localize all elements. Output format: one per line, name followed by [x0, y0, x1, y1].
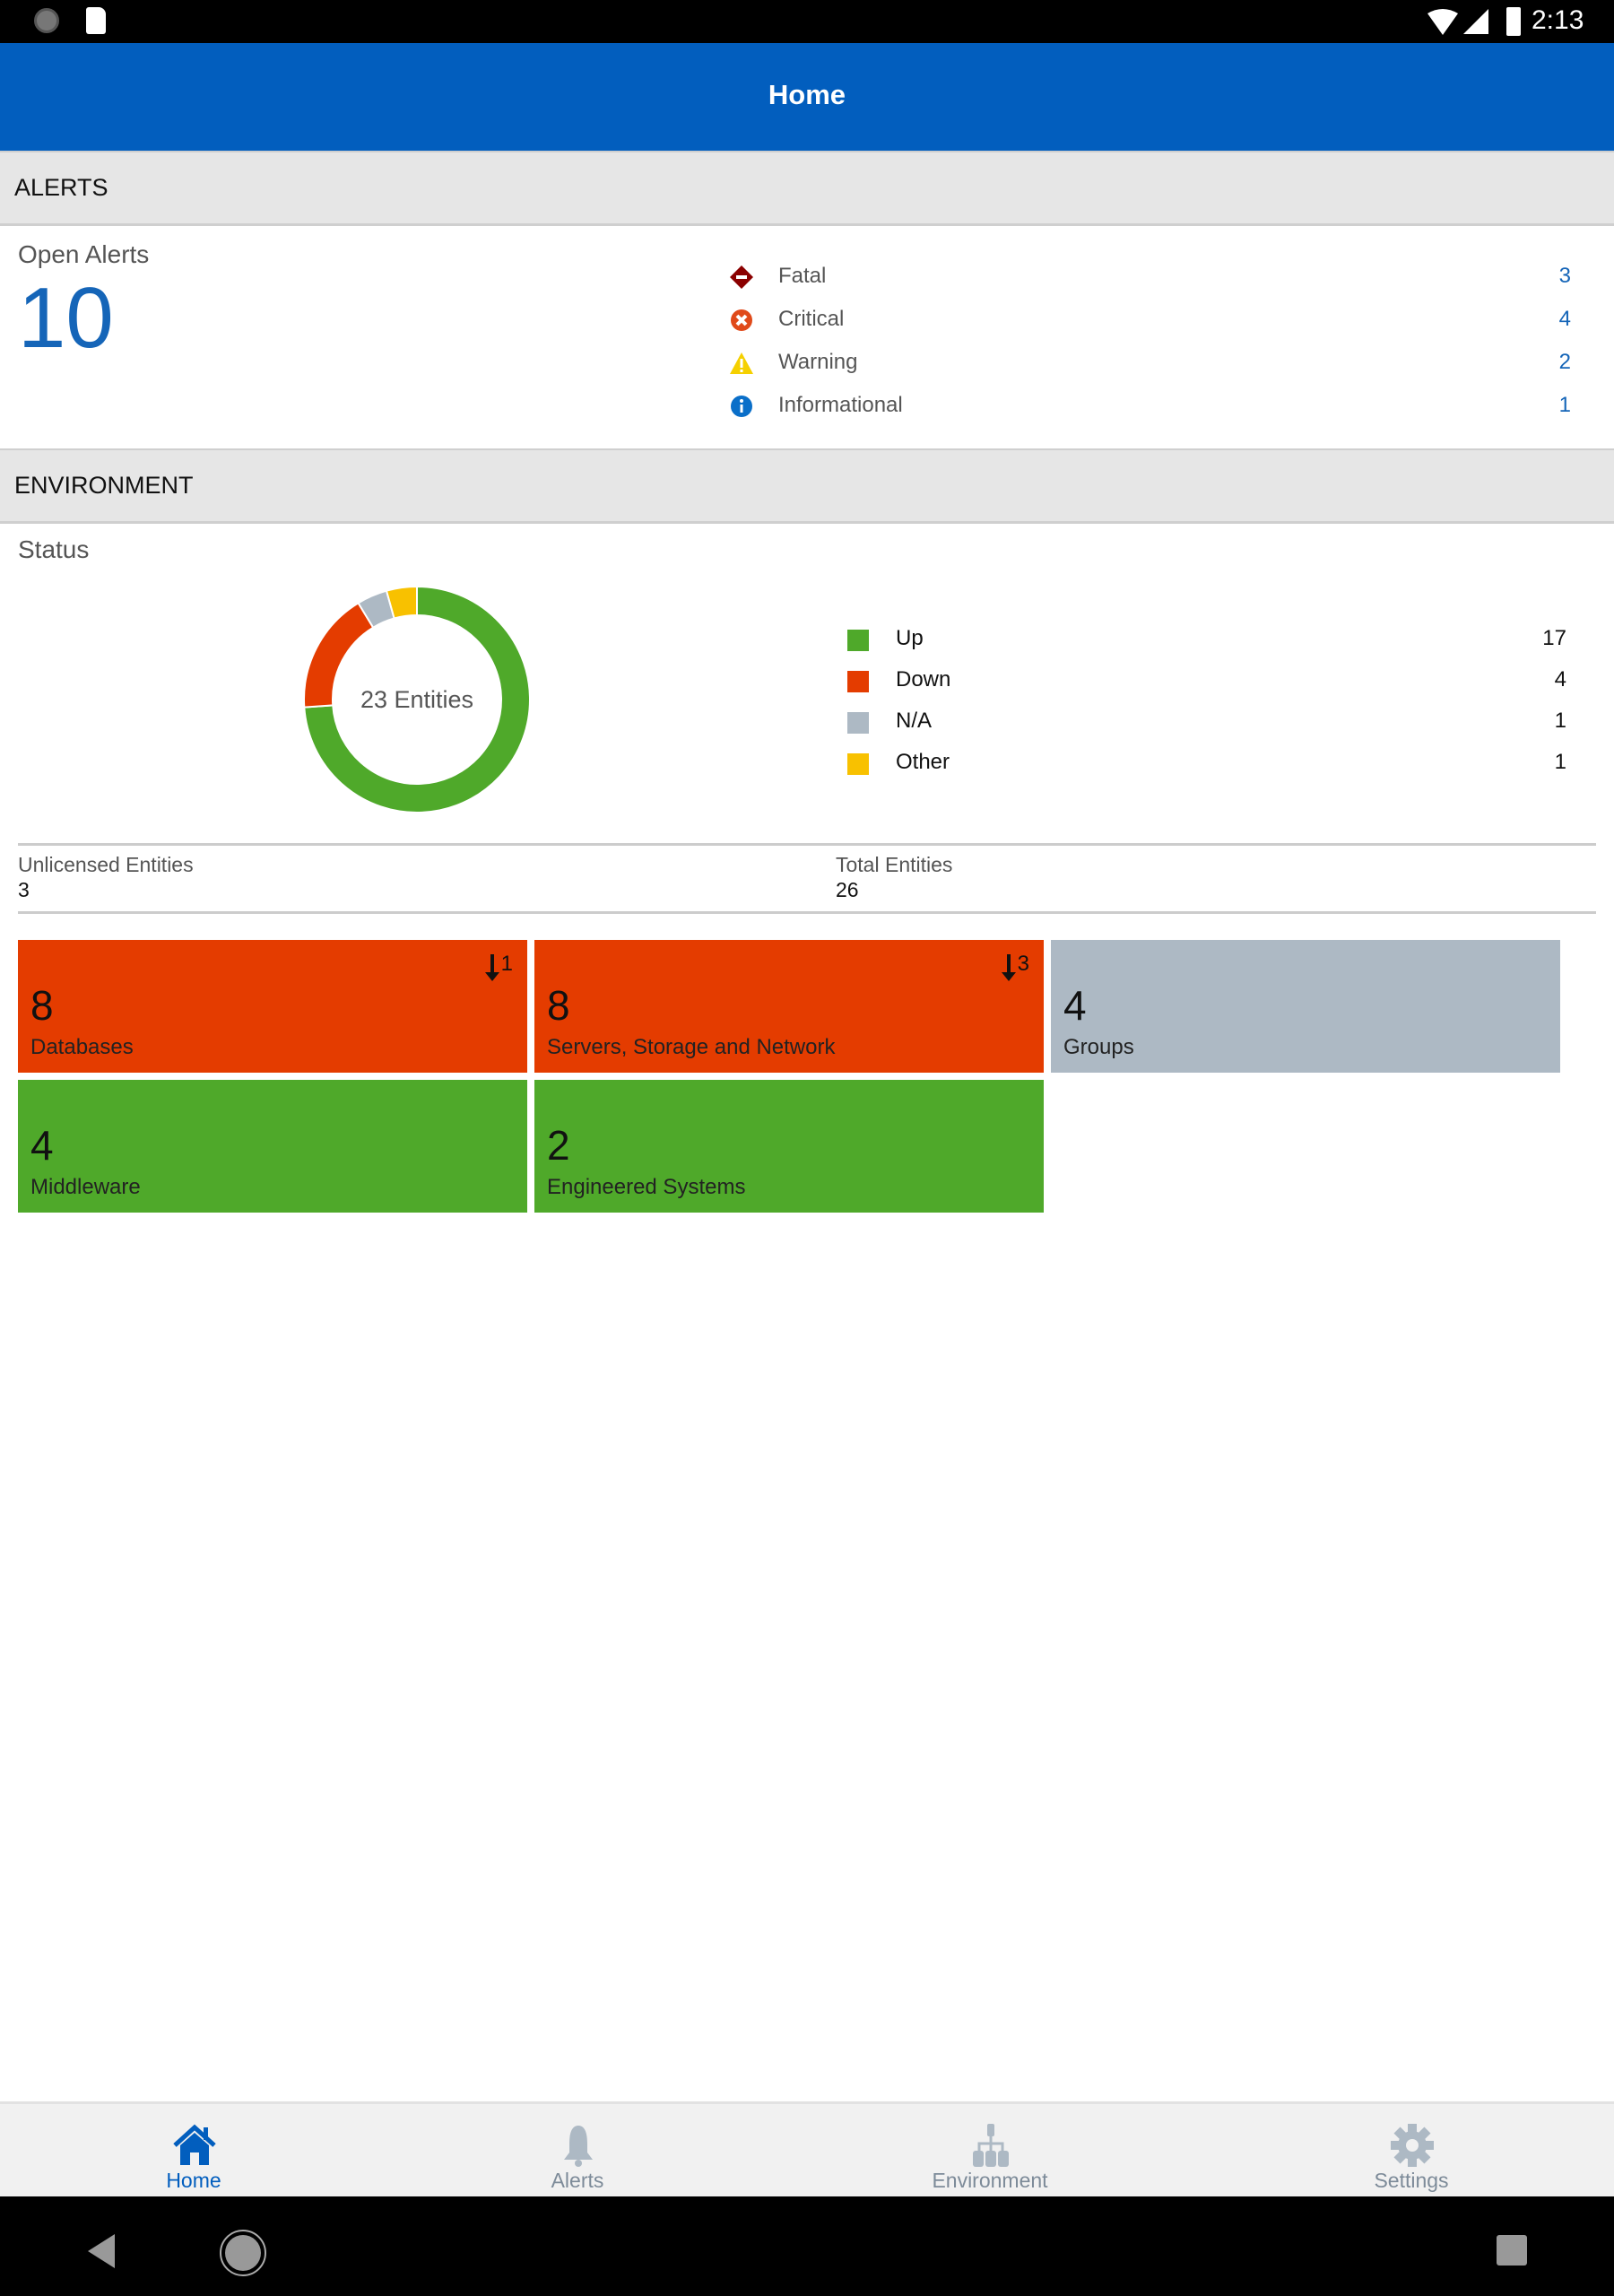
down-count: 3 [1017, 952, 1029, 976]
tile-name: Databases [30, 1035, 134, 1059]
alert-row-warning[interactable]: Warning 2 [728, 346, 1571, 382]
tile-count: 8 [547, 982, 570, 1029]
info-icon [731, 396, 752, 417]
down-count: 1 [500, 952, 513, 976]
fatal-icon [730, 265, 753, 289]
legend-label: Down [896, 667, 951, 691]
tile-name: Servers, Storage and Network [547, 1035, 836, 1059]
alert-row-fatal[interactable]: Fatal 3 [728, 260, 1571, 296]
open-alerts-label: Open Alerts [18, 240, 150, 268]
total-entities-value: 26 [836, 878, 859, 901]
open-alerts-count[interactable]: 10 [18, 269, 114, 368]
nav-tab-alerts[interactable]: Alerts [443, 2104, 712, 2199]
nav-label: Settings [1374, 2169, 1449, 2192]
tile-name: Middleware [30, 1175, 141, 1199]
nav-tab-settings[interactable]: Settings [1277, 2104, 1546, 2199]
down-badge: 1 [484, 949, 513, 981]
alert-count[interactable]: 3 [1559, 264, 1571, 289]
home-icon [173, 2124, 216, 2165]
tile-count: 4 [1063, 982, 1087, 1029]
alert-label: Critical [778, 307, 845, 331]
divider [18, 911, 1596, 914]
nav-tab-environment[interactable]: Environment [855, 2104, 1124, 2199]
back-icon[interactable] [84, 2232, 117, 2270]
legend-swatch [847, 630, 869, 651]
status-donut-chart[interactable]: 23 Entities [296, 578, 538, 821]
environment-section-header: ENVIRONMENT [0, 448, 1614, 524]
status-bar: 2:13 [0, 0, 1614, 43]
tile-middleware[interactable]: 4 Middleware [18, 1080, 527, 1213]
tile-name: Engineered Systems [547, 1175, 746, 1199]
legend-value: 4 [1554, 667, 1566, 691]
alert-label: Informational [778, 393, 903, 417]
gear-icon [1391, 2124, 1434, 2167]
app-bar: Home [0, 43, 1614, 151]
nav-label: Home [166, 2169, 221, 2192]
alert-label: Warning [778, 350, 858, 374]
notification-icon [34, 8, 59, 33]
clock: 2:13 [1532, 5, 1584, 35]
legend-swatch [847, 671, 869, 692]
tile-count: 4 [30, 1122, 54, 1169]
legend-label: Other [896, 750, 950, 774]
home-circle-icon[interactable] [219, 2229, 267, 2277]
warning-icon [730, 352, 753, 374]
signal-icon [1463, 9, 1488, 34]
legend-value: 17 [1542, 626, 1566, 650]
system-navigation-bar [0, 2196, 1614, 2296]
unlicensed-entities-label: Unlicensed Entities [18, 853, 194, 876]
status-label: Status [18, 535, 90, 563]
legend-label: Up [896, 626, 924, 650]
legend-value: 1 [1554, 709, 1566, 733]
down-arrow-icon [1001, 954, 1016, 981]
alert-count[interactable]: 2 [1559, 350, 1571, 375]
tile-engineered-systems[interactable]: 2 Engineered Systems [534, 1080, 1044, 1213]
alert-row-critical[interactable]: Critical 4 [728, 303, 1571, 339]
tile-groups[interactable]: 4 Groups [1051, 940, 1560, 1073]
legend-swatch [847, 712, 869, 734]
legend-item-up[interactable]: Up 17 [847, 621, 1566, 657]
legend-item-na[interactable]: N/A 1 [847, 703, 1566, 739]
total-entities-label: Total Entities [836, 853, 953, 876]
critical-icon [731, 309, 752, 331]
tile-count: 8 [30, 982, 54, 1029]
alert-row-informational[interactable]: Informational 1 [728, 389, 1571, 425]
bell-icon [564, 2126, 593, 2167]
tile-count: 2 [547, 1122, 570, 1169]
wifi-icon [1427, 9, 1458, 35]
divider [18, 843, 1596, 846]
recents-icon[interactable] [1496, 2234, 1528, 2266]
donut-center-label: 23 Entities [360, 686, 473, 713]
alerts-section-header: ALERTS [0, 151, 1614, 226]
alert-count[interactable]: 1 [1559, 393, 1571, 418]
tile-databases[interactable]: 1 8 Databases [18, 940, 527, 1073]
alerts-section-title: ALERTS [14, 174, 108, 201]
legend-item-down[interactable]: Down 4 [847, 662, 1566, 698]
down-badge: 3 [1001, 949, 1029, 981]
alert-label: Fatal [778, 264, 827, 288]
legend-swatch [847, 753, 869, 775]
sd-card-icon [86, 7, 106, 34]
unlicensed-entities-value: 3 [18, 878, 30, 901]
page-title: Home [768, 79, 846, 110]
legend-value: 1 [1554, 750, 1566, 774]
environment-section-title: ENVIRONMENT [14, 472, 194, 499]
tile-servers-storage-network[interactable]: 3 8 Servers, Storage and Network [534, 940, 1044, 1073]
nav-label: Alerts [551, 2169, 604, 2192]
nav-label: Environment [932, 2169, 1048, 2192]
legend-item-other[interactable]: Other 1 [847, 744, 1566, 780]
nav-tab-home[interactable]: Home [59, 2104, 328, 2199]
down-arrow-icon [484, 954, 499, 981]
hierarchy-icon [973, 2124, 1009, 2167]
battery-icon [1506, 7, 1521, 36]
bottom-navigation: Home Alerts Environment Settings [0, 2101, 1614, 2196]
alert-count[interactable]: 4 [1559, 307, 1571, 332]
legend-label: N/A [896, 709, 933, 733]
tile-name: Groups [1063, 1035, 1134, 1059]
